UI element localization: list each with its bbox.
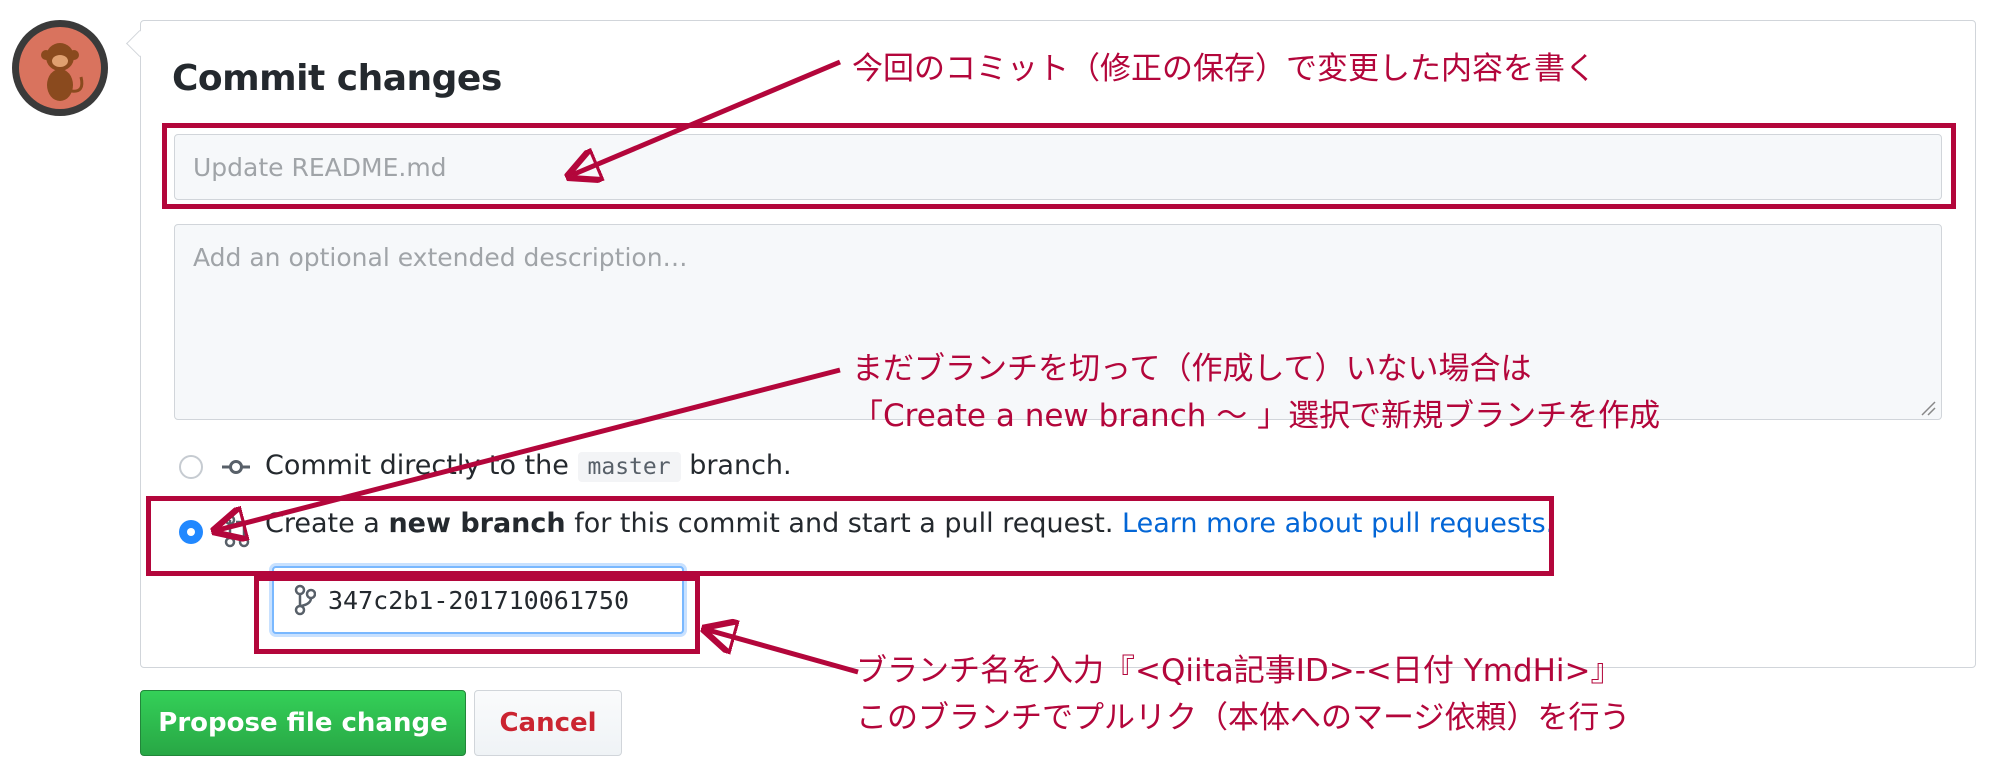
annotation-branch-name-line1: ブランチ名を入力『<Qiita記事ID>-<日付 YmdHi>』 xyxy=(856,653,1622,689)
annotation-commit-message: 今回のコミット（修正の保存）で変更した内容を書く xyxy=(852,51,1596,87)
arrow-to-summary xyxy=(572,59,841,175)
arrow-to-branch-name xyxy=(708,630,859,675)
annotation-new-branch-line2: 「Create a new branch 〜 」選択で新規ブランチを作成 xyxy=(852,398,1661,434)
arrow-to-new-branch xyxy=(218,367,841,530)
annotation-branch-name-line2: このブランチでプルリク（本体へのマージ依頼）を行う xyxy=(856,700,1631,736)
annotation-new-branch-line1: まだブランチを切って（作成して）いない場合は xyxy=(852,351,1532,387)
